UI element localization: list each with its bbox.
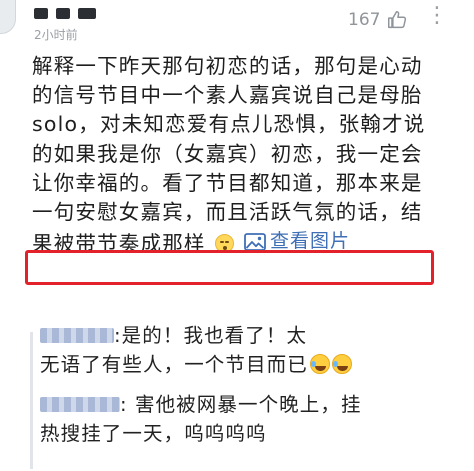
reply-username-blurred[interactable] — [40, 397, 120, 412]
username-blurred[interactable] — [56, 8, 70, 19]
comment-line: 的信号节目中一个素人嘉宾说自己是母胎 — [32, 83, 423, 108]
thumbs-up-icon — [388, 11, 407, 29]
replies-section: :是的！我也看了！太 无语了有些人，一个节目而已 : 害他被网暴一个晚上，挂 热… — [30, 322, 450, 471]
like-button[interactable]: 167 — [348, 9, 408, 31]
comment-line: 让你幸福的。看了节目都知道，那本来是 — [32, 170, 423, 195]
more-options-icon[interactable]: ⋮ — [426, 5, 449, 27]
reply-2-text: 热搜挂了一天，呜呜呜呜 — [40, 421, 267, 445]
like-count: 167 — [348, 10, 381, 30]
comment-time: 2小时前 — [34, 28, 78, 42]
reply-1-line: 无语了有些人，一个节目而已 — [40, 351, 450, 380]
comment-line: 一句安慰女嘉宾，而且活跃气氛的话，结 — [32, 199, 423, 224]
comment-line: 的如果我是你（女嘉宾）初恋，我一定会 — [32, 141, 423, 166]
laughing-tears-emoji — [331, 353, 352, 374]
reply-2-text: : 害他被网暴一个晚上，挂 — [120, 393, 362, 416]
comment-header: 2小时前 167 ⋮ — [0, 0, 474, 48]
reply-1-text: :是的！我也看了！太 — [114, 324, 308, 347]
username-blurred[interactable] — [78, 8, 96, 19]
reply-2-line: : 害他被网暴一个晚上，挂 — [40, 391, 450, 420]
reply-thread-bar — [30, 332, 33, 469]
image-icon — [244, 232, 266, 251]
reply-username-blurred[interactable] — [40, 328, 114, 343]
reply-1-text: 无语了有些人，一个节目而已 — [40, 352, 308, 376]
comment-line: 解释一下昨天那句初恋的话，那句是心动 — [32, 54, 423, 78]
reply-2-line: 热搜挂了一天，呜呜呜呜 — [40, 420, 450, 449]
laughing-tears-emoji — [309, 353, 330, 374]
reply-1-line: :是的！我也看了！太 — [40, 322, 450, 351]
avatar[interactable] — [0, 0, 16, 34]
highlight-annotation — [25, 250, 434, 285]
username-blurred[interactable] — [34, 8, 48, 19]
comment-body: 解释一下昨天那句初恋的话，那句是心动 的信号节目中一个素人嘉宾说自己是母胎 so… — [32, 52, 450, 256]
comment-line: solo，对未知恋爱有点儿恐惧，张翰才说 — [32, 112, 426, 137]
